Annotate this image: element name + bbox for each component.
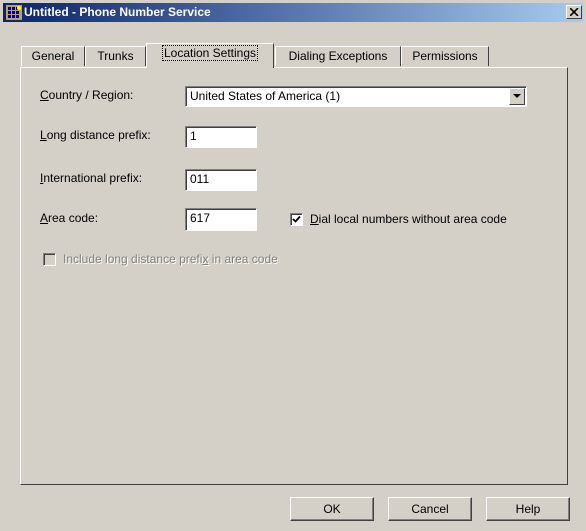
tab-location-settings[interactable]: Location Settings [146,43,274,68]
country-region-label: Country / Region: [40,88,133,102]
ok-button-label: OK [323,502,341,516]
tab-trunks[interactable]: Trunks [85,46,146,66]
help-button[interactable]: Help [486,497,570,521]
close-button[interactable] [566,5,582,19]
international-prefix-input[interactable]: 011 [185,169,257,191]
dial-local-label[interactable]: Dial local numbers without area code [310,212,507,226]
include-prefix-label: Include long distance prefix in area cod… [63,252,278,266]
tab-dialing-exceptions[interactable]: Dialing Exceptions [275,46,401,66]
international-prefix-label: International prefix: [40,171,142,185]
international-label-text: nternational prefix: [43,171,143,185]
international-prefix-value: 011 [190,172,210,186]
country-dropdown-button[interactable] [509,88,525,105]
area-code-accel: A [40,211,49,225]
area-code-label: Area code: [40,211,98,225]
include-prefix-label-part1: Include long distance prefi [63,252,203,266]
window-title: Untitled - Phone Number Service [24,5,211,19]
include-prefix-checkbox[interactable] [43,253,56,266]
tab-trunks-label: Trunks [97,49,134,63]
area-code-label-text: rea code: [48,211,99,225]
include-prefix-label-part2: in area code [208,252,278,266]
area-code-input[interactable]: 617 [185,208,257,231]
long-distance-accel: L [40,128,47,142]
country-region-select[interactable]: United States of America (1) [185,86,527,107]
tab-general[interactable]: General [21,46,85,66]
ok-button[interactable]: OK [290,497,374,521]
country-region-value: United States of America (1) [190,89,341,103]
long-distance-prefix-value: 1 [190,129,197,143]
help-button-label: Help [515,502,541,516]
tab-location-settings-label: Location Settings [161,45,259,61]
cancel-button[interactable]: Cancel [388,497,472,521]
phone-number-service-window: Untitled - Phone Number Service General … [0,0,586,531]
dial-local-accel: D [310,212,319,226]
close-icon [570,8,579,16]
area-code-value: 617 [190,211,211,225]
cancel-button-label: Cancel [411,502,449,516]
long-distance-label-text: ong distance prefix: [46,128,151,142]
tab-permissions[interactable]: Permissions [401,46,489,66]
tab-dialing-exceptions-label: Dialing Exceptions [288,49,388,63]
country-accel: C [40,88,49,102]
phone-service-icon [6,5,22,20]
long-distance-prefix-input[interactable]: 1 [185,126,257,148]
dial-local-label-text: ial local numbers without area code [318,212,507,226]
tab-general-label: General [31,49,75,63]
tab-permissions-label: Permissions [412,49,478,63]
country-label-text: ountry / Region: [48,88,134,102]
checkmark-icon [292,215,301,223]
dial-local-checkbox[interactable] [290,213,303,226]
title-bar[interactable]: Untitled - Phone Number Service [3,3,583,22]
long-distance-prefix-label: Long distance prefix: [40,128,151,142]
chevron-down-icon [513,94,521,98]
